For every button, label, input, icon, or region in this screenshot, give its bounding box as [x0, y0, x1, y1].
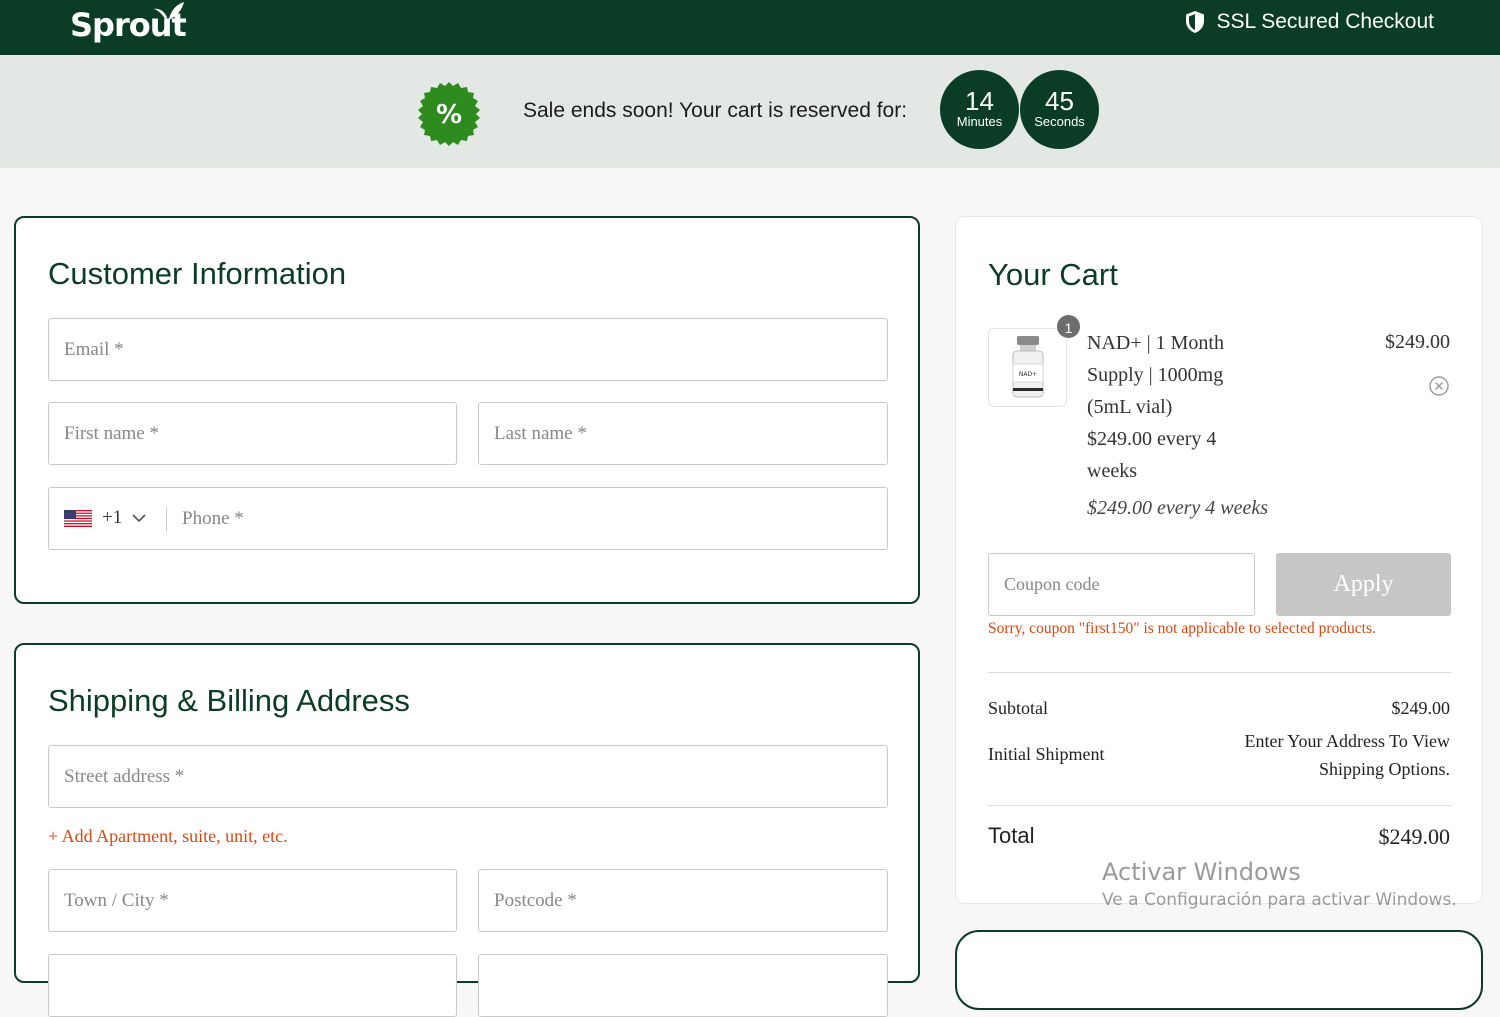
product-name-line: Supply | 1000mg — [1087, 364, 1224, 386]
phone-field[interactable]: +1 Phone * — [48, 487, 888, 550]
subtotal-value: $249.00 — [1391, 698, 1451, 718]
svg-text:NAD+: NAD+ — [1019, 371, 1037, 378]
product-name-line: $249.00 every 4 — [1087, 428, 1217, 450]
total-label: Total — [988, 823, 1035, 848]
vial-icon: NAD+ — [1012, 336, 1044, 398]
country-code: +1 — [102, 507, 123, 528]
divider — [988, 672, 1451, 673]
coupon-error-message: Sorry, coupon "first150" is not applicab… — [988, 620, 1376, 637]
next-section-card — [955, 930, 1483, 1010]
ssl-secured-label: SSL Secured Checkout — [1184, 10, 1434, 34]
first-name-field[interactable]: First name * — [48, 402, 457, 465]
last-name-placeholder: Last name * — [494, 423, 587, 444]
subtotal-label: Subtotal — [988, 698, 1049, 718]
leaf-icon — [154, 2, 184, 20]
seconds-label: Seconds — [1034, 114, 1085, 129]
extra-field-right[interactable] — [478, 954, 888, 1017]
watermark-line2: Ve a Configuración para activar Windows. — [1102, 890, 1457, 910]
seconds-counter: 45 Seconds — [1020, 70, 1099, 149]
product-name-line: weeks — [1087, 460, 1137, 482]
svg-text:%: % — [436, 100, 462, 130]
initial-shipment-label: Initial Shipment — [988, 744, 1105, 764]
total-value: $249.00 — [1378, 824, 1451, 849]
street-address-placeholder: Street address * — [64, 766, 185, 787]
seconds-value: 45 — [1045, 86, 1074, 116]
add-apartment-link[interactable]: + Add Apartment, suite, unit, etc. — [48, 826, 288, 847]
shipment-value-line: Enter Your Address To View — [1244, 731, 1451, 751]
first-name-placeholder: First name * — [64, 423, 159, 444]
remove-item-icon[interactable] — [1428, 375, 1450, 397]
street-address-field[interactable]: Street address * — [48, 745, 888, 808]
ssl-text: SSL Secured Checkout — [1216, 10, 1434, 33]
customer-information-card: Customer Information Email * First name … — [14, 216, 920, 604]
last-name-field[interactable]: Last name * — [478, 402, 888, 465]
initial-shipment-value: Enter Your Address To View Shipping Opti… — [1245, 727, 1451, 783]
product-name: NAD+ | 1 Month Supply | 1000mg (5mL vial… — [1087, 327, 1265, 487]
percent-badge-icon: % — [418, 82, 480, 146]
apply-coupon-button[interactable]: Apply — [1276, 553, 1451, 616]
chevron-down-icon — [132, 513, 146, 522]
product-thumbnail: NAD+ — [988, 328, 1067, 407]
windows-activation-watermark: Activar Windows Ve a Configuración para … — [1102, 858, 1457, 910]
your-cart-title: Your Cart — [988, 257, 1118, 292]
country-code-selector[interactable]: +1 — [64, 507, 146, 529]
phone-divider — [166, 507, 167, 532]
product-price: $249.00 — [1385, 331, 1450, 353]
us-flag-icon — [64, 509, 92, 527]
email-field[interactable]: Email * — [48, 318, 888, 381]
divider — [988, 805, 1451, 806]
top-header: Sprout SSL Secured Checkout — [0, 0, 1500, 55]
watermark-line1: Activar Windows — [1102, 858, 1301, 886]
minutes-label: Minutes — [956, 114, 1003, 129]
sale-message: Sale ends soon! Your cart is reserved fo… — [523, 99, 908, 122]
minutes-value: 14 — [965, 86, 994, 116]
customer-information-title: Customer Information — [48, 256, 347, 291]
coupon-placeholder: Coupon code — [1004, 574, 1100, 594]
shipping-billing-card: Shipping & Billing Address Street addres… — [14, 643, 920, 1017]
town-city-placeholder: Town / City * — [64, 890, 169, 911]
your-cart-panel: Your Cart NAD+ 1 NAD+ | 1 Month Supply |… — [955, 216, 1483, 904]
shipment-value-line: Shipping Options. — [1318, 759, 1450, 779]
postcode-field[interactable]: Postcode * — [478, 869, 888, 932]
quantity-badge: 1 — [1055, 313, 1082, 340]
postcode-placeholder: Postcode * — [494, 890, 577, 911]
product-name-line: (5mL vial) — [1087, 396, 1173, 418]
email-placeholder: Email * — [64, 339, 124, 360]
shield-icon — [1186, 11, 1205, 33]
sale-timer-banner: % Sale ends soon! Your cart is reserved … — [0, 55, 1500, 168]
coupon-code-field[interactable]: Coupon code — [988, 553, 1255, 616]
minutes-counter: 14 Minutes — [940, 70, 1019, 149]
product-name-line: NAD+ | 1 Month — [1087, 332, 1224, 354]
shipping-billing-title: Shipping & Billing Address — [48, 683, 410, 718]
extra-field-left[interactable] — [48, 954, 457, 1017]
phone-placeholder: Phone * — [182, 508, 244, 529]
town-city-field[interactable]: Town / City * — [48, 869, 457, 932]
recurring-price: $249.00 every 4 weeks — [1087, 497, 1269, 519]
